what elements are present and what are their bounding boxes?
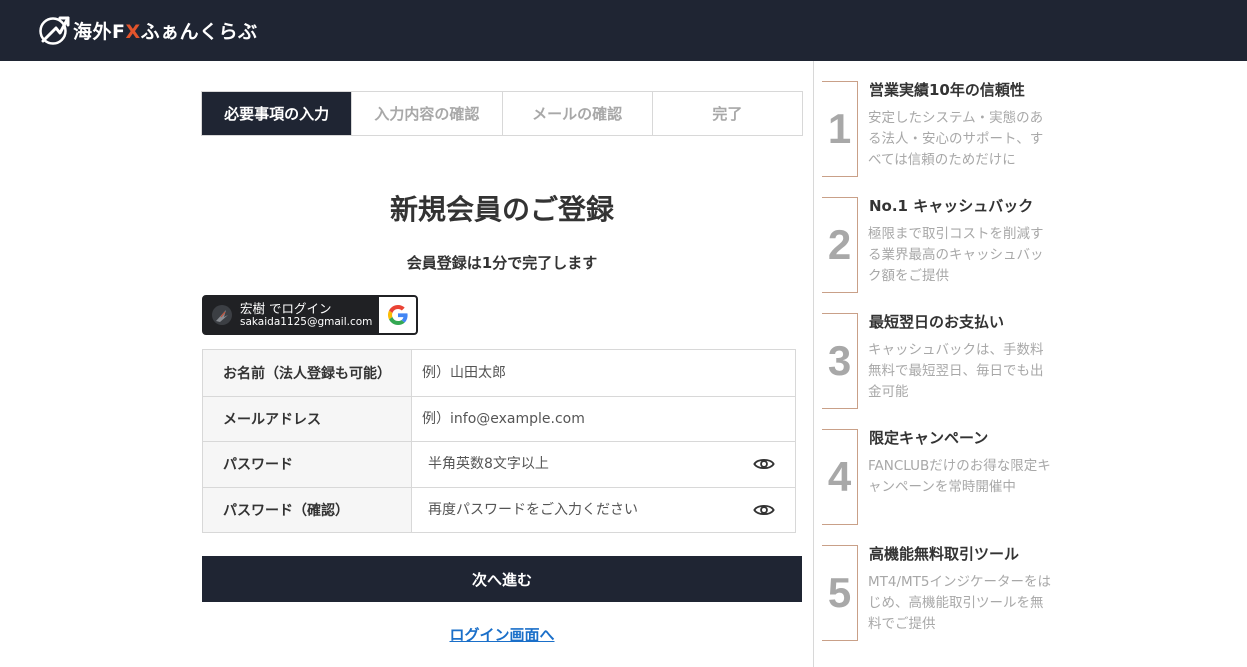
- password-label: パスワード: [203, 442, 412, 487]
- password-input[interactable]: [428, 456, 753, 473]
- feature-title: 営業実績10年の信頼性: [869, 81, 1025, 99]
- feature-number: 1: [822, 81, 858, 177]
- logo-icon: [39, 16, 70, 45]
- google-avatar: [212, 305, 232, 325]
- form-row-email: メールアドレス: [203, 395, 795, 442]
- password-field-cell: [412, 442, 795, 487]
- google-account-name: 宏樹 でログイン: [240, 300, 332, 316]
- step-email: メールの確認: [501, 92, 652, 135]
- feature-description: 安定したシステム・実態のある法人・安心のサポート、すべては信頼のためだけに: [868, 110, 1044, 168]
- google-account-email: sakaida1125@gmail.com: [240, 316, 373, 329]
- feature-number: 5: [822, 545, 858, 641]
- feature-number: 3: [822, 313, 858, 409]
- site-header: 海外FXふぁんくらぶ: [0, 0, 1247, 61]
- progress-steps: 必要事項の入力 入力内容の確認 メールの確認 完了: [201, 91, 803, 136]
- feature-number: 2: [822, 197, 858, 293]
- step-input: 必要事項の入力: [202, 92, 352, 135]
- feature-2: 2 No.1 キャッシュバック 極限まで取引コストを削減する業界最高のキャッシュ…: [822, 197, 1062, 293]
- site-logo[interactable]: 海外FXふぁんくらぶ: [38, 12, 258, 48]
- sidebar-divider: [813, 61, 814, 667]
- password-confirm-field-cell: [412, 488, 795, 533]
- feature-description: MT4/MT5インジケーターをはじめ、高機能取引ツールを無料でご提供: [868, 574, 1052, 632]
- feature-description: FANCLUBだけのお得な限定キャンペーンを常時開催中: [868, 458, 1051, 495]
- feature-title: 限定キャンペーン: [869, 429, 989, 447]
- step-complete: 完了: [651, 92, 802, 135]
- google-login-button[interactable]: 宏樹 でログイン sakaida1125@gmail.com: [202, 295, 418, 335]
- google-account-info: 宏樹 でログイン sakaida1125@gmail.com: [240, 301, 379, 330]
- google-g-icon: [387, 305, 408, 325]
- page-title: 新規会員のご登録: [389, 193, 614, 226]
- name-field-cell: [412, 350, 795, 396]
- password-confirm-label: パスワード（確認）: [203, 487, 412, 532]
- feature-title: No.1 キャッシュバック: [869, 197, 1034, 215]
- eye-icon[interactable]: [753, 501, 775, 519]
- feature-4: 4 限定キャンペーン FANCLUBだけのお得な限定キャンペーンを常時開催中: [822, 429, 1062, 525]
- name-label: お名前（法人登録も可能）: [203, 350, 412, 396]
- form-row-password: パスワード: [203, 441, 795, 487]
- eye-icon[interactable]: [753, 455, 775, 473]
- feature-number: 4: [822, 429, 858, 525]
- email-label: メールアドレス: [203, 396, 412, 441]
- feature-title: 高機能無料取引ツール: [869, 545, 1020, 563]
- feature-description: 極限まで取引コストを削減する業界最高のキャッシュバック額をご提供: [868, 226, 1044, 284]
- feature-description: キャッシュバックは、手数料無料で最短翌日、毎日でも出金可能: [868, 342, 1044, 400]
- feature-5: 5 高機能無料取引ツール MT4/MT5インジケーターをはじめ、高機能取引ツール…: [822, 545, 1062, 641]
- feature-title: 最短翌日のお支払い: [869, 313, 1005, 331]
- name-input[interactable]: [422, 364, 775, 381]
- password-confirm-input[interactable]: [428, 501, 753, 518]
- logo-text: 海外FXふぁんくらぶ: [73, 20, 258, 43]
- page-subtitle: 会員登録は1分で完了します: [406, 254, 598, 272]
- form-row-password-confirm: パスワード（確認）: [203, 486, 795, 533]
- google-logo: [379, 297, 416, 333]
- email-field-cell: [412, 397, 795, 442]
- form-row-name: お名前（法人登録も可能）: [203, 350, 795, 396]
- next-button[interactable]: 次へ進む: [202, 556, 802, 602]
- registration-form: お名前（法人登録も可能） メールアドレス パスワード パスワード（確認）: [202, 349, 796, 533]
- email-input[interactable]: [422, 410, 775, 427]
- step-confirm: 入力内容の確認: [351, 92, 501, 135]
- login-link[interactable]: ログイン画面へ: [201, 624, 803, 645]
- avatar-icon: [216, 310, 228, 322]
- feature-3: 3 最短翌日のお支払い キャッシュバックは、手数料無料で最短翌日、毎日でも出金可…: [822, 313, 1062, 409]
- feature-1: 1 営業実績10年の信頼性 安定したシステム・実態のある法人・安心のサポート、す…: [822, 81, 1062, 177]
